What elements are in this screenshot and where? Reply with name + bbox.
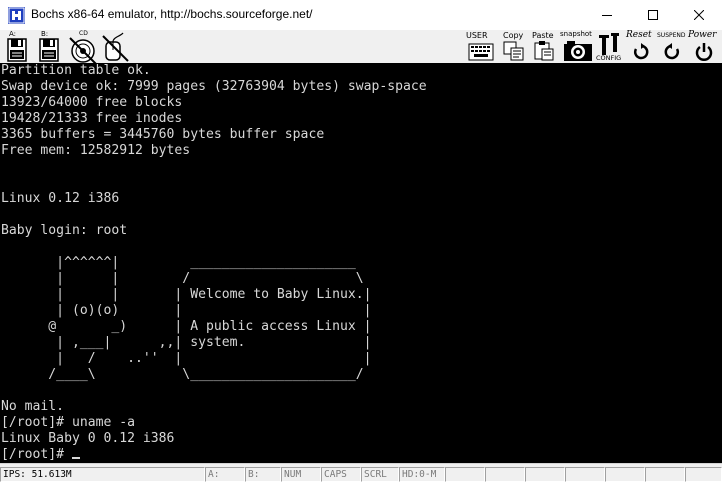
close-button[interactable] — [676, 0, 722, 30]
status-caps-lock: CAPS — [321, 467, 361, 482]
cdrom-disc-icon — [69, 37, 97, 64]
paste-icon — [534, 41, 554, 61]
console-line: | / ..'' | | — [1, 351, 372, 366]
suspend-button[interactable]: SUSPEND — [657, 30, 687, 64]
snapshot-button[interactable]: snapshot — [560, 30, 596, 64]
status-hard-disk: HD:0-M — [399, 467, 445, 482]
console-line: Linux 0.12 i386 — [1, 191, 120, 206]
emulator-console[interactable]: Partition table ok. Swap device ok: 7999… — [0, 63, 722, 463]
floppy-a-button[interactable]: A: — [4, 30, 30, 64]
close-icon — [694, 10, 704, 20]
console-line: No mail. — [1, 399, 65, 414]
snapshot-label: snapshot — [560, 30, 592, 38]
status-empty-2 — [485, 467, 525, 482]
console-line: @ _) | A public access Linux | — [1, 319, 372, 334]
console-line: | | / \ — [1, 271, 364, 286]
suspend-label: SUSPEND — [657, 32, 686, 39]
console-line: | (o)(o) | | — [1, 303, 372, 318]
reset-button[interactable]: Reset — [625, 30, 657, 64]
status-bar: IPS: 51.613M A: B: NUM CAPS SCRL HD:0-M — [0, 463, 722, 482]
window-title: Bochs x86-64 emulator, http://bochs.sour… — [31, 7, 313, 21]
status-empty-3 — [525, 467, 565, 482]
title-bar: Bochs x86-64 emulator, http://bochs.sour… — [0, 0, 722, 30]
status-empty-5 — [605, 467, 645, 482]
floppy-a-label: A: — [9, 30, 17, 38]
mouse-icon — [102, 32, 129, 62]
power-label: Power — [688, 30, 717, 40]
config-label: CONFIG — [596, 54, 622, 62]
status-floppy-b: B: — [245, 467, 281, 482]
console-lines: Partition table ok. Swap device ok: 7999… — [1, 63, 427, 462]
user-label: USER — [466, 31, 488, 40]
status-ips: IPS: 51.613M — [0, 467, 205, 482]
paste-label: Paste — [532, 31, 554, 40]
maximize-icon — [648, 10, 658, 20]
console-line: [/root]# — [1, 447, 72, 462]
copy-button[interactable]: Copy — [501, 30, 527, 64]
console-line: 13923/64000 free blocks — [1, 95, 183, 110]
copy-icon — [503, 41, 524, 61]
reset-label: Reset — [626, 30, 652, 40]
console-line: | | | Welcome to Baby Linux.| — [1, 287, 372, 302]
minimize-button[interactable] — [584, 0, 630, 30]
power-button[interactable]: Power — [688, 30, 720, 64]
reset-icon — [634, 43, 649, 60]
copy-label: Copy — [503, 31, 524, 40]
minimize-icon — [602, 15, 612, 16]
console-line: Baby login: root — [1, 223, 128, 238]
console-text: Partition table ok. Swap device ok: 7999… — [1, 63, 427, 463]
console-line: Free mem: 12582912 bytes — [1, 143, 191, 158]
console-line: 3365 buffers = 3445760 bytes buffer spac… — [1, 127, 325, 142]
maximize-button[interactable] — [630, 0, 676, 30]
camera-icon — [564, 41, 592, 61]
console-line: Linux Baby 0 0.12 i386 — [1, 431, 175, 446]
config-button[interactable]: CONFIG — [596, 30, 624, 64]
console-line: |^^^^^^| _____________________ — [1, 255, 356, 270]
status-empty-7 — [685, 467, 722, 482]
config-tool-icon — [599, 33, 619, 55]
console-line: Swap device ok: 7999 pages (32763904 byt… — [1, 79, 427, 94]
cdrom-button[interactable]: CD — [66, 30, 100, 64]
status-num-lock: NUM — [281, 467, 321, 482]
status-empty-6 — [645, 467, 685, 482]
toolbar: A: B: CD USER Copy Paste snapshot CONFIG… — [0, 30, 722, 64]
keyboard-icon — [468, 43, 494, 61]
console-line: [/root]# uname -a — [1, 415, 136, 430]
user-button[interactable]: USER — [466, 30, 496, 64]
status-empty-1 — [445, 467, 485, 482]
floppy-b-label: B: — [41, 30, 49, 38]
power-icon — [695, 43, 713, 61]
floppy-b-button[interactable]: B: — [36, 30, 62, 64]
status-scroll-lock: SCRL — [361, 467, 399, 482]
console-line: /____\ \_____________________/ — [1, 367, 364, 382]
status-empty-4 — [565, 467, 605, 482]
bochs-logo-icon — [8, 7, 25, 24]
floppy-drive-icon — [39, 38, 59, 62]
console-line: | ,___| ,,| system. | — [1, 335, 372, 350]
mouse-capture-button[interactable] — [100, 30, 130, 64]
suspend-icon — [664, 43, 679, 60]
console-line: Partition table ok. — [1, 63, 151, 78]
status-floppy-a: A: — [205, 467, 245, 482]
paste-button[interactable]: Paste — [531, 30, 557, 64]
text-cursor — [71, 457, 80, 459]
console-line: 19428/21333 free inodes — [1, 111, 183, 126]
floppy-drive-icon — [7, 38, 27, 62]
